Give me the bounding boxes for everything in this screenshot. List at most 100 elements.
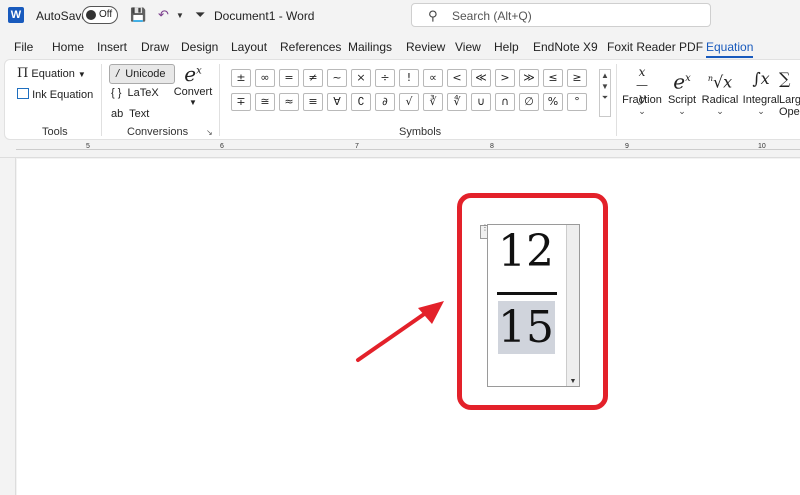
- symbol-button[interactable]: ∪: [471, 93, 491, 111]
- symbol-button[interactable]: ∛: [423, 93, 443, 111]
- chevron-down-icon: ⌄: [757, 106, 765, 116]
- tab-insert[interactable]: Insert: [97, 40, 127, 54]
- chevron-down-icon: ▼: [77, 70, 86, 79]
- word-app-icon: W: [8, 7, 24, 23]
- large-operator-label: Large Operator: [779, 94, 800, 118]
- chevron-down-icon: ⌄: [638, 106, 646, 116]
- symbol-button[interactable]: %: [543, 93, 563, 111]
- search-icon: ⚲: [428, 8, 438, 23]
- ink-equation-icon: [17, 88, 29, 99]
- horizontal-ruler[interactable]: 5 6 7 8 9 10: [0, 141, 800, 158]
- tab-design[interactable]: Design: [181, 40, 218, 54]
- customize-toolbar-icon[interactable]: ⏷: [195, 7, 205, 23]
- tab-equation[interactable]: Equation: [706, 40, 754, 58]
- equation-options-handle[interactable]: ⋮: [480, 224, 489, 239]
- tab-view[interactable]: View: [455, 40, 481, 54]
- undo-dropdown-icon[interactable]: ▼: [176, 11, 184, 20]
- symbol-button[interactable]: ∂: [375, 93, 395, 111]
- symbol-button[interactable]: ∅: [519, 93, 539, 111]
- symbol-button[interactable]: ∓: [231, 93, 251, 111]
- tab-home[interactable]: Home: [52, 40, 84, 54]
- script-label: Script: [667, 94, 697, 106]
- ribbon-tabs: File Home Insert Draw Design Layout Refe…: [0, 36, 800, 58]
- symbol-button[interactable]: ±: [231, 69, 251, 87]
- search-box[interactable]: ⚲ Search (Alt+Q): [411, 3, 711, 27]
- conversions-group-label: Conversions: [127, 126, 189, 138]
- symbol-button[interactable]: <: [447, 69, 467, 87]
- equation-scrollbar[interactable]: ▼: [566, 225, 579, 386]
- symbol-button[interactable]: ≤: [543, 69, 563, 87]
- radical-button[interactable]: n√x Radical ⌄: [699, 64, 741, 117]
- symbol-button[interactable]: ≫: [519, 69, 539, 87]
- document-title: Document1 - Word: [214, 9, 315, 23]
- autosave-state: Off: [99, 9, 113, 20]
- tab-endnote[interactable]: EndNote X9: [533, 40, 598, 54]
- tools-group-label: Tools: [42, 126, 68, 138]
- fraction-button[interactable]: x — y Fraction ⌄: [619, 64, 665, 117]
- unicode-button[interactable]: / Unicode: [109, 64, 175, 84]
- tab-layout[interactable]: Layout: [231, 40, 267, 54]
- symbol-button[interactable]: =: [279, 69, 299, 87]
- pointer-arrow-icon: [356, 301, 444, 362]
- chevron-down-icon: ⌄: [678, 106, 686, 116]
- fraction-label: Fraction: [622, 94, 662, 106]
- tab-file[interactable]: File: [14, 40, 33, 54]
- large-operator-icon: ∑: [779, 69, 791, 88]
- ruler-number: 8: [490, 143, 494, 150]
- symbol-button[interactable]: ∀: [327, 93, 347, 111]
- tab-references[interactable]: References: [280, 40, 341, 54]
- convert-button[interactable]: ex Convert ▼: [173, 62, 213, 107]
- search-placeholder: Search (Alt+Q): [452, 9, 532, 23]
- fraction-denominator[interactable]: 15: [498, 301, 555, 354]
- text-button[interactable]: ab Text: [111, 108, 149, 120]
- scroll-down-icon[interactable]: ▼: [567, 378, 579, 385]
- large-operator-button[interactable]: ∑ Large Operator: [779, 64, 800, 118]
- script-button[interactable]: ex Script ⌄: [665, 64, 699, 117]
- symbol-button[interactable]: ≡: [303, 93, 323, 111]
- ribbon-panel: Π Equation ▼ Ink Equation Tools / Unicod…: [4, 59, 800, 140]
- latex-button[interactable]: { } LaTeX: [111, 87, 159, 99]
- equation-button[interactable]: Π Equation ▼: [17, 66, 86, 81]
- tab-foxit[interactable]: Foxit Reader PDF: [607, 40, 703, 54]
- tab-mailings[interactable]: Mailings: [348, 40, 392, 54]
- symbol-button[interactable]: ∝: [423, 69, 443, 87]
- integral-icon: ∫x: [752, 69, 770, 88]
- integral-button[interactable]: ∫x Integral ⌄: [741, 64, 781, 117]
- symbols-scroll[interactable]: ▲ ▼ ⏷: [599, 69, 611, 117]
- symbol-button[interactable]: ∞: [255, 69, 275, 87]
- symbol-button[interactable]: °: [567, 93, 587, 111]
- unicode-label: Unicode: [125, 68, 166, 80]
- symbol-button[interactable]: ≈: [279, 93, 299, 111]
- fraction-numerator[interactable]: 12: [498, 226, 554, 277]
- vertical-ruler[interactable]: [0, 158, 16, 495]
- symbol-button[interactable]: ∁: [351, 93, 371, 111]
- ruler-line: [16, 149, 800, 150]
- autosave-label: AutoSave: [36, 9, 89, 23]
- dialog-launcher-icon[interactable]: ↘: [206, 128, 213, 137]
- symbol-button[interactable]: ≠: [303, 69, 323, 87]
- symbol-button[interactable]: ÷: [375, 69, 395, 87]
- tab-draw[interactable]: Draw: [141, 40, 169, 54]
- tab-help[interactable]: Help: [494, 40, 519, 54]
- pi-icon: Π: [17, 66, 29, 81]
- symbol-button[interactable]: ≅: [255, 93, 275, 111]
- tab-review[interactable]: Review: [406, 40, 445, 54]
- save-icon[interactable]: 💾: [130, 7, 146, 23]
- slash-icon: /: [116, 68, 123, 80]
- symbols-group-label: Symbols: [399, 126, 442, 138]
- symbol-button[interactable]: ∜: [447, 93, 467, 111]
- symbol-button[interactable]: ≥: [567, 69, 587, 87]
- undo-icon[interactable]: ↶: [158, 7, 169, 23]
- ruler-number: 10: [758, 143, 766, 150]
- ink-equation-button[interactable]: Ink Equation: [17, 88, 93, 101]
- symbol-button[interactable]: ~: [327, 69, 347, 87]
- symbol-button[interactable]: ≪: [471, 69, 491, 87]
- symbol-button[interactable]: √: [399, 93, 419, 111]
- symbol-button[interactable]: ∩: [495, 93, 515, 111]
- symbol-button[interactable]: >: [495, 69, 515, 87]
- toggle-knob: [86, 10, 96, 20]
- autosave-toggle[interactable]: Off: [82, 6, 118, 24]
- symbol-button[interactable]: !: [399, 69, 419, 87]
- symbol-button[interactable]: ×: [351, 69, 371, 87]
- chevron-down-icon: ⌄: [716, 106, 724, 116]
